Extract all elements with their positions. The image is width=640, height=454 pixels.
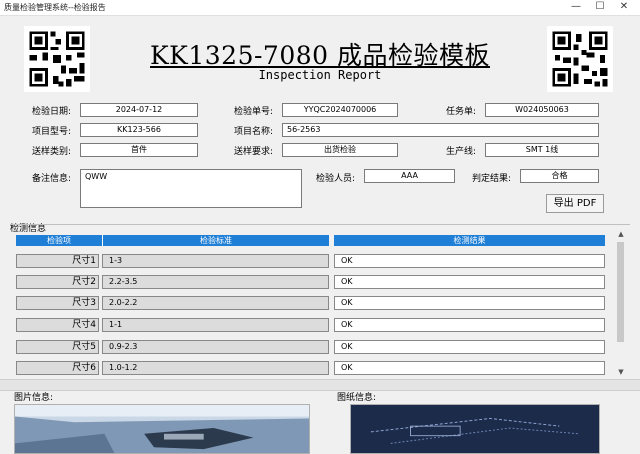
sample-type-field[interactable]: 首件 bbox=[80, 143, 198, 157]
drawing-image bbox=[350, 404, 600, 454]
col-header-standard: 检验标准 bbox=[102, 235, 329, 246]
row-result-cell[interactable]: OK bbox=[334, 361, 605, 375]
photo-section-label: 图片信息: bbox=[14, 393, 54, 403]
row-result-cell[interactable]: OK bbox=[334, 296, 605, 310]
row-standard-cell[interactable]: 1.0-1.2 bbox=[102, 361, 329, 375]
qr-code-left-icon bbox=[24, 26, 90, 92]
remark-field[interactable]: QWW bbox=[80, 169, 302, 208]
project-name-label: 项目名称: bbox=[234, 127, 274, 137]
line-label: 生产线: bbox=[446, 147, 477, 157]
row-item-cell[interactable]: 尺寸1 bbox=[16, 254, 99, 268]
table-scrollbar[interactable]: ▲ ▼ bbox=[615, 228, 627, 378]
inspector-field[interactable]: AAA bbox=[364, 169, 455, 183]
inspect-no-label: 检验单号: bbox=[234, 107, 274, 117]
project-model-label: 项目型号: bbox=[32, 127, 72, 137]
col-header-item: 检验项 bbox=[16, 235, 102, 246]
project-model-field[interactable]: KK123-566 bbox=[80, 123, 198, 137]
row-result-cell[interactable]: OK bbox=[334, 340, 605, 354]
report-subtitle: Inspection Report bbox=[258, 68, 382, 82]
scroll-up-icon[interactable]: ▲ bbox=[615, 228, 627, 240]
row-result-cell[interactable]: OK bbox=[334, 254, 605, 268]
task-no-label: 任务单: bbox=[446, 107, 477, 117]
qr-code-right-icon bbox=[547, 26, 613, 92]
remark-label: 备注信息: bbox=[32, 174, 72, 184]
detect-section-label: 检测信息 bbox=[10, 224, 47, 234]
row-item-cell[interactable]: 尺寸5 bbox=[16, 340, 99, 354]
close-icon[interactable]: ✕ bbox=[614, 1, 634, 14]
row-standard-cell[interactable]: 2.2-3.5 bbox=[102, 275, 329, 289]
window-titlebar: 质量检验管理系统--检验报告 — ☐ ✕ bbox=[0, 0, 640, 16]
row-result-cell[interactable]: OK bbox=[334, 318, 605, 332]
scroll-thumb[interactable] bbox=[617, 242, 624, 342]
report-title: KK1325-7080 成品检验模板 bbox=[150, 41, 490, 70]
row-item-cell[interactable]: 尺寸3 bbox=[16, 296, 99, 310]
row-standard-cell[interactable]: 1-3 bbox=[102, 254, 329, 268]
line-field[interactable]: SMT 1线 bbox=[485, 143, 599, 157]
window-title: 质量检验管理系统--检验报告 bbox=[4, 3, 106, 12]
inspect-date-field[interactable]: 2024-07-12 bbox=[80, 103, 198, 117]
col-header-result: 检测结果 bbox=[334, 235, 605, 246]
scroll-down-icon[interactable]: ▼ bbox=[615, 366, 627, 378]
row-standard-cell[interactable]: 2.0-2.2 bbox=[102, 296, 329, 310]
row-item-cell[interactable]: 尺寸6 bbox=[16, 361, 99, 375]
inspect-no-field[interactable]: YYQC2024070006 bbox=[282, 103, 398, 117]
row-item-cell[interactable]: 尺寸4 bbox=[16, 318, 99, 332]
drawing-section-label: 图纸信息: bbox=[337, 393, 377, 403]
inspector-label: 检验人员: bbox=[316, 174, 356, 184]
sample-req-label: 送样要求: bbox=[234, 147, 274, 157]
row-item-cell[interactable]: 尺寸2 bbox=[16, 275, 99, 289]
result-label: 判定结果: bbox=[472, 174, 512, 184]
task-no-field[interactable]: W024050063 bbox=[485, 103, 599, 117]
row-result-cell[interactable]: OK bbox=[334, 275, 605, 289]
result-field[interactable]: 合格 bbox=[520, 169, 599, 183]
minimize-icon[interactable]: — bbox=[566, 1, 586, 14]
sample-type-label: 送样类别: bbox=[32, 147, 72, 157]
inspect-date-label: 检验日期: bbox=[32, 107, 72, 117]
project-name-field[interactable]: 56-2563 bbox=[282, 123, 599, 137]
row-standard-cell[interactable]: 1-1 bbox=[102, 318, 329, 332]
row-standard-cell[interactable]: 0.9-2.3 bbox=[102, 340, 329, 354]
section-separator bbox=[0, 379, 640, 391]
maximize-icon[interactable]: ☐ bbox=[590, 1, 610, 14]
sample-req-field[interactable]: 出货检验 bbox=[282, 143, 398, 157]
detect-divider bbox=[10, 224, 630, 225]
export-pdf-button[interactable]: 导出 PDF bbox=[546, 194, 604, 213]
product-photo bbox=[14, 404, 310, 454]
report-form: KK1325-7080 成品检验模板 Inspection Report 检验日… bbox=[0, 16, 640, 454]
